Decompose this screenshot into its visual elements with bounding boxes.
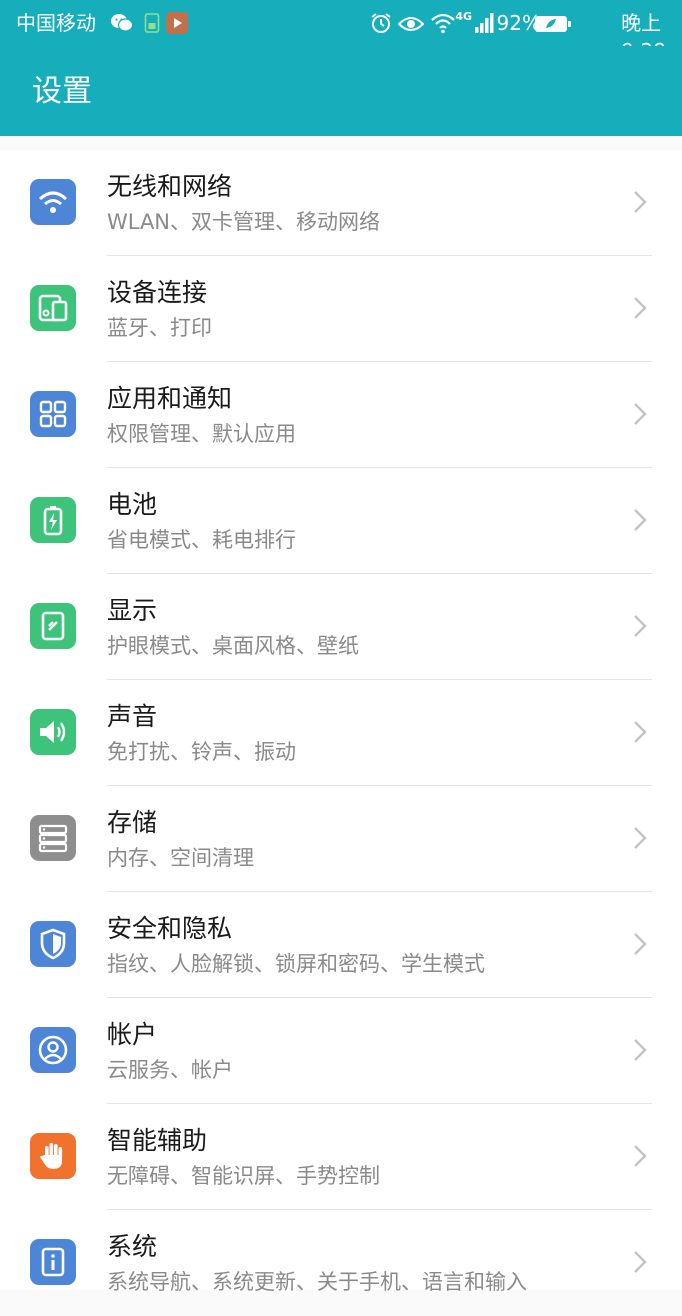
network-type-badge: 4G xyxy=(455,10,472,23)
wifi-icon xyxy=(430,12,456,41)
settings-item-apps-notifications[interactable]: 应用和通知 权限管理、默认应用 xyxy=(0,362,682,468)
settings-item-battery[interactable]: 电池 省电模式、耗电排行 xyxy=(0,468,682,574)
settings-item-subtitle: 省电模式、耗电排行 xyxy=(107,528,296,552)
chevron-right-icon xyxy=(628,718,652,746)
eye-icon xyxy=(397,13,425,41)
settings-item-subtitle: WLAN、双卡管理、移动网络 xyxy=(107,210,381,234)
settings-item-subtitle: 无障碍、智能识屏、手势控制 xyxy=(107,1164,380,1188)
system-info-icon xyxy=(30,1239,76,1285)
battery-icon xyxy=(534,13,572,41)
settings-item-sound[interactable]: 声音 免打扰、铃声、振动 xyxy=(0,680,682,786)
device-connect-icon xyxy=(30,285,76,331)
settings-item-display[interactable]: 显示 护眼模式、桌面风格、壁纸 xyxy=(0,574,682,680)
chevron-right-icon xyxy=(628,1248,652,1276)
settings-item-title: 声音 xyxy=(107,702,158,731)
apps-grid-icon xyxy=(30,391,76,437)
settings-item-subtitle: 护眼模式、桌面风格、壁纸 xyxy=(107,634,359,658)
chevron-right-icon xyxy=(628,506,652,534)
account-icon xyxy=(30,1027,76,1073)
settings-item-title: 无线和网络 xyxy=(107,172,233,201)
settings-item-title: 安全和隐私 xyxy=(107,914,233,943)
settings-item-title: 系统 xyxy=(107,1232,158,1261)
alarm-icon xyxy=(370,12,392,41)
wechat-icon xyxy=(110,12,134,38)
chevron-right-icon xyxy=(628,1036,652,1064)
settings-item-storage[interactable]: 存储 内存、空间清理 xyxy=(0,786,682,892)
chevron-right-icon xyxy=(628,612,652,640)
settings-item-subtitle: 免打扰、铃声、振动 xyxy=(107,740,296,764)
page-title: 设置 xyxy=(32,74,92,109)
settings-item-title: 存储 xyxy=(107,808,158,837)
chevron-right-icon xyxy=(628,930,652,958)
settings-item-subtitle: 云服务、帐户 xyxy=(107,1058,233,1082)
shield-icon xyxy=(30,921,76,967)
settings-item-accounts[interactable]: 帐户 云服务、帐户 xyxy=(0,998,682,1104)
chevron-right-icon xyxy=(628,824,652,852)
storage-icon xyxy=(30,815,76,861)
chevron-right-icon xyxy=(628,1142,652,1170)
wifi-icon xyxy=(30,179,76,225)
settings-item-subtitle: 权限管理、默认应用 xyxy=(107,422,296,446)
chevron-right-icon xyxy=(628,400,652,428)
sim-card-icon xyxy=(144,12,160,38)
settings-item-title: 帐户 xyxy=(107,1020,158,1049)
settings-item-subtitle: 指纹、人脸解锁、锁屏和密码、学生模式 xyxy=(107,952,485,976)
settings-item-subtitle: 蓝牙、打印 xyxy=(107,316,212,340)
chevron-right-icon xyxy=(628,188,652,216)
battery-icon xyxy=(30,497,76,543)
toolbar: 设置 xyxy=(0,46,682,136)
settings-item-subtitle: 系统导航、系统更新、关于手机、语言和输入 xyxy=(107,1270,527,1294)
settings-item-title: 设备连接 xyxy=(107,278,208,307)
settings-item-device-connection[interactable]: 设备连接 蓝牙、打印 xyxy=(0,256,682,362)
hand-icon xyxy=(30,1133,76,1179)
settings-item-wireless-networks[interactable]: 无线和网络 WLAN、双卡管理、移动网络 xyxy=(0,150,682,256)
chevron-right-icon xyxy=(628,294,652,322)
settings-item-title: 应用和通知 xyxy=(107,384,233,413)
settings-item-title: 显示 xyxy=(107,596,158,625)
carrier-name: 中国移动 xyxy=(16,11,96,35)
settings-item-title: 智能辅助 xyxy=(107,1126,208,1155)
signal-icon xyxy=(474,12,496,41)
settings-item-title: 电池 xyxy=(107,490,158,519)
settings-item-security-privacy[interactable]: 安全和隐私 指纹、人脸解锁、锁屏和密码、学生模式 xyxy=(0,892,682,998)
status-bar: 中国移动 4G 92% 晚上 xyxy=(0,0,682,63)
settings-item-smart-assistance[interactable]: 智能辅助 无障碍、智能识屏、手势控制 xyxy=(0,1104,682,1210)
settings-item-system[interactable]: 系统 系统导航、系统更新、关于手机、语言和输入 xyxy=(0,1210,682,1316)
display-icon xyxy=(30,603,76,649)
settings-item-subtitle: 内存、空间清理 xyxy=(107,846,254,870)
speaker-icon xyxy=(30,709,76,755)
settings-list: 无线和网络 WLAN、双卡管理、移动网络 设备连接 蓝牙、打印 应用和通知 权限… xyxy=(0,150,682,1294)
video-app-icon xyxy=(166,12,188,38)
